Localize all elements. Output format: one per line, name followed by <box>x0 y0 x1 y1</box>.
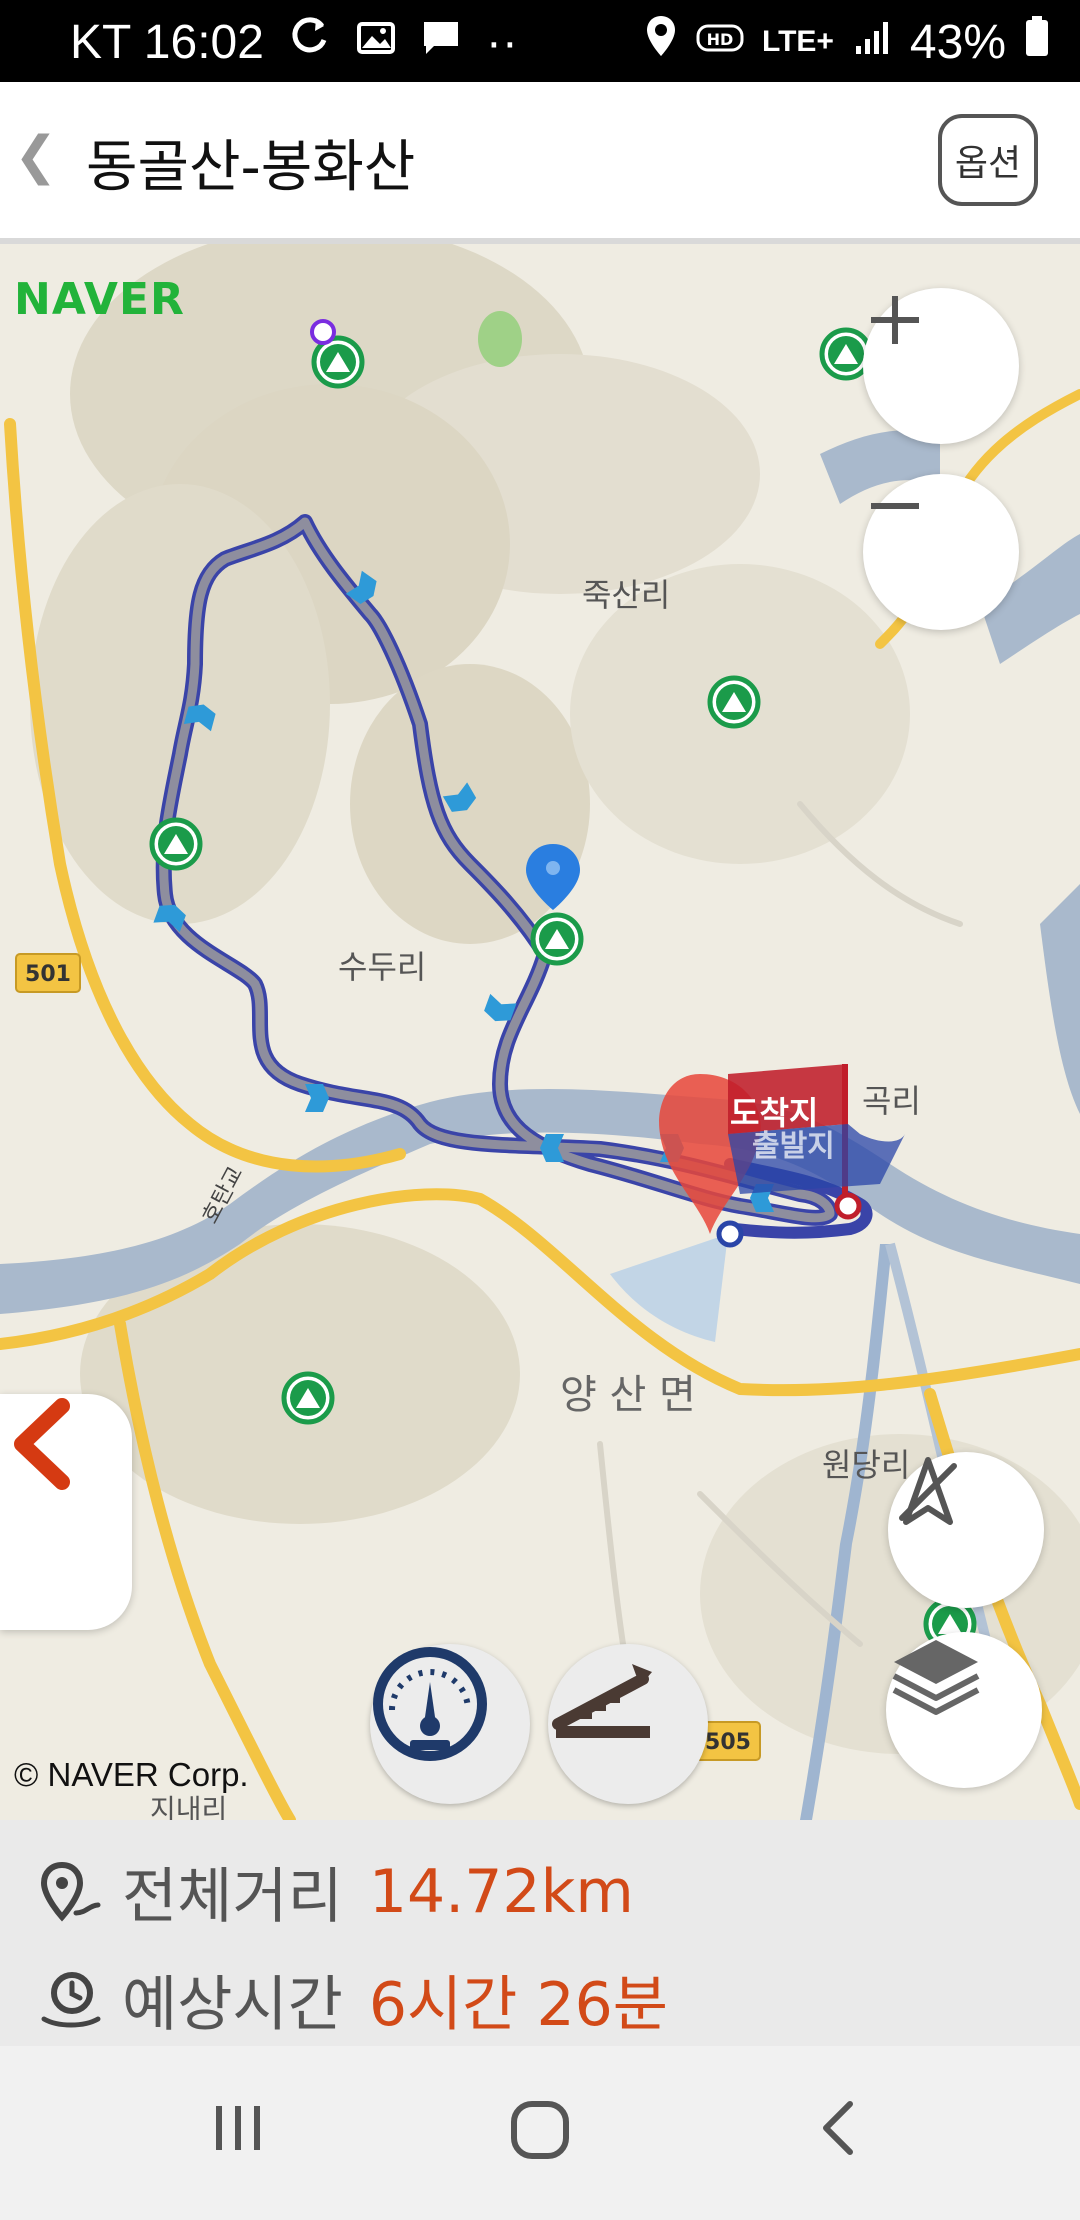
mountain-icon <box>530 912 584 966</box>
gallery-icon <box>356 15 396 70</box>
route-distance-icon <box>40 1861 101 1921</box>
location-off-button[interactable] <box>888 1452 1044 1608</box>
mountain-icon <box>149 817 203 871</box>
back-icon[interactable] <box>808 2096 872 2160</box>
status-dots: ·· <box>485 15 518 69</box>
speed-gauge-button[interactable] <box>370 1644 530 1804</box>
distance-label: 전체거리 <box>122 1862 343 1932</box>
navigation-off-icon <box>899 1457 957 1525</box>
refresh-icon <box>288 14 332 70</box>
zoom-out-button[interactable] <box>863 474 1019 630</box>
departure-label: 출발지 <box>752 1129 835 1164</box>
minus-icon <box>871 503 919 509</box>
header: ❮ 동골산-봉화산 옵션 <box>0 82 1080 244</box>
arrival-label: 도착지 <box>730 1094 818 1132</box>
battery-percent: 43% <box>909 15 1006 69</box>
system-navigation-bar <box>0 2046 1080 2220</box>
signal-icon <box>852 15 892 70</box>
time-row: 예상시간 6시간 26분 <box>38 1956 668 2043</box>
poi-marker-icon <box>310 319 336 345</box>
mountain-icon <box>311 335 365 389</box>
time-label: 예상시간 <box>122 1970 343 2040</box>
place-label-gok-ri: 곡리 <box>862 1082 921 1120</box>
estimated-time-icon <box>41 1971 101 2027</box>
message-icon <box>420 15 462 70</box>
collapse-panel-button[interactable] <box>0 1394 132 1630</box>
layers-icon <box>892 1640 980 1715</box>
elevation-profile-button[interactable] <box>548 1644 708 1804</box>
battery-icon <box>1024 14 1050 70</box>
map-view[interactable]: 501 505 호탄교 도착지 출발지 NAVER 죽산리 수두리 양 산 면 … <box>0 244 1080 1820</box>
time-value: 6시간 26분 <box>368 1970 669 2040</box>
place-label-yangsan-myeon: 양 산 면 <box>560 1372 696 1418</box>
road-shield-501: 501 <box>15 953 81 993</box>
network-type: LTE+ <box>761 25 834 58</box>
route-summary-panel: 전체거리 14.72km 예상시간 6시간 26분 <box>0 1820 1080 2046</box>
status-bar: KT 16:02 ·· HD LTE+ 43% <box>0 0 1080 82</box>
plus-icon <box>871 296 919 344</box>
speedometer-icon <box>373 1647 487 1761</box>
place-label-suduri: 수두리 <box>338 948 427 986</box>
svg-text:HD: HD <box>707 30 734 49</box>
carrier-time: KT 16:02 <box>70 15 264 69</box>
status-right: HD LTE+ 43% <box>644 14 1050 70</box>
map-layers-button[interactable] <box>886 1632 1042 1788</box>
mountain-icon <box>707 675 761 729</box>
location-icon <box>644 14 678 70</box>
recent-apps-icon[interactable] <box>206 2096 270 2160</box>
slope-icon <box>552 1664 652 1738</box>
status-left: KT 16:02 ·· <box>70 14 518 70</box>
map-copyright: © NAVER Corp. <box>14 1756 249 1793</box>
mountain-icon <box>281 1371 335 1425</box>
naver-logo: NAVER <box>14 274 185 325</box>
place-label-jugsan-ri: 죽산리 <box>582 576 671 614</box>
distance-value: 14.72km <box>368 1856 634 1927</box>
distance-row: 전체거리 14.72km <box>38 1848 634 1935</box>
page-title: 동골산-봉화산 <box>86 135 416 200</box>
chevron-left-icon <box>14 1398 70 1490</box>
road-501-label: 501 <box>25 962 71 987</box>
back-chevron-icon[interactable]: ❮ <box>14 126 58 186</box>
zoom-in-button[interactable] <box>863 288 1019 444</box>
road-505-label: 505 <box>705 1730 751 1755</box>
hd-icon: HD <box>696 15 744 70</box>
options-button[interactable]: 옵션 <box>938 114 1038 206</box>
home-icon[interactable] <box>506 2096 574 2164</box>
